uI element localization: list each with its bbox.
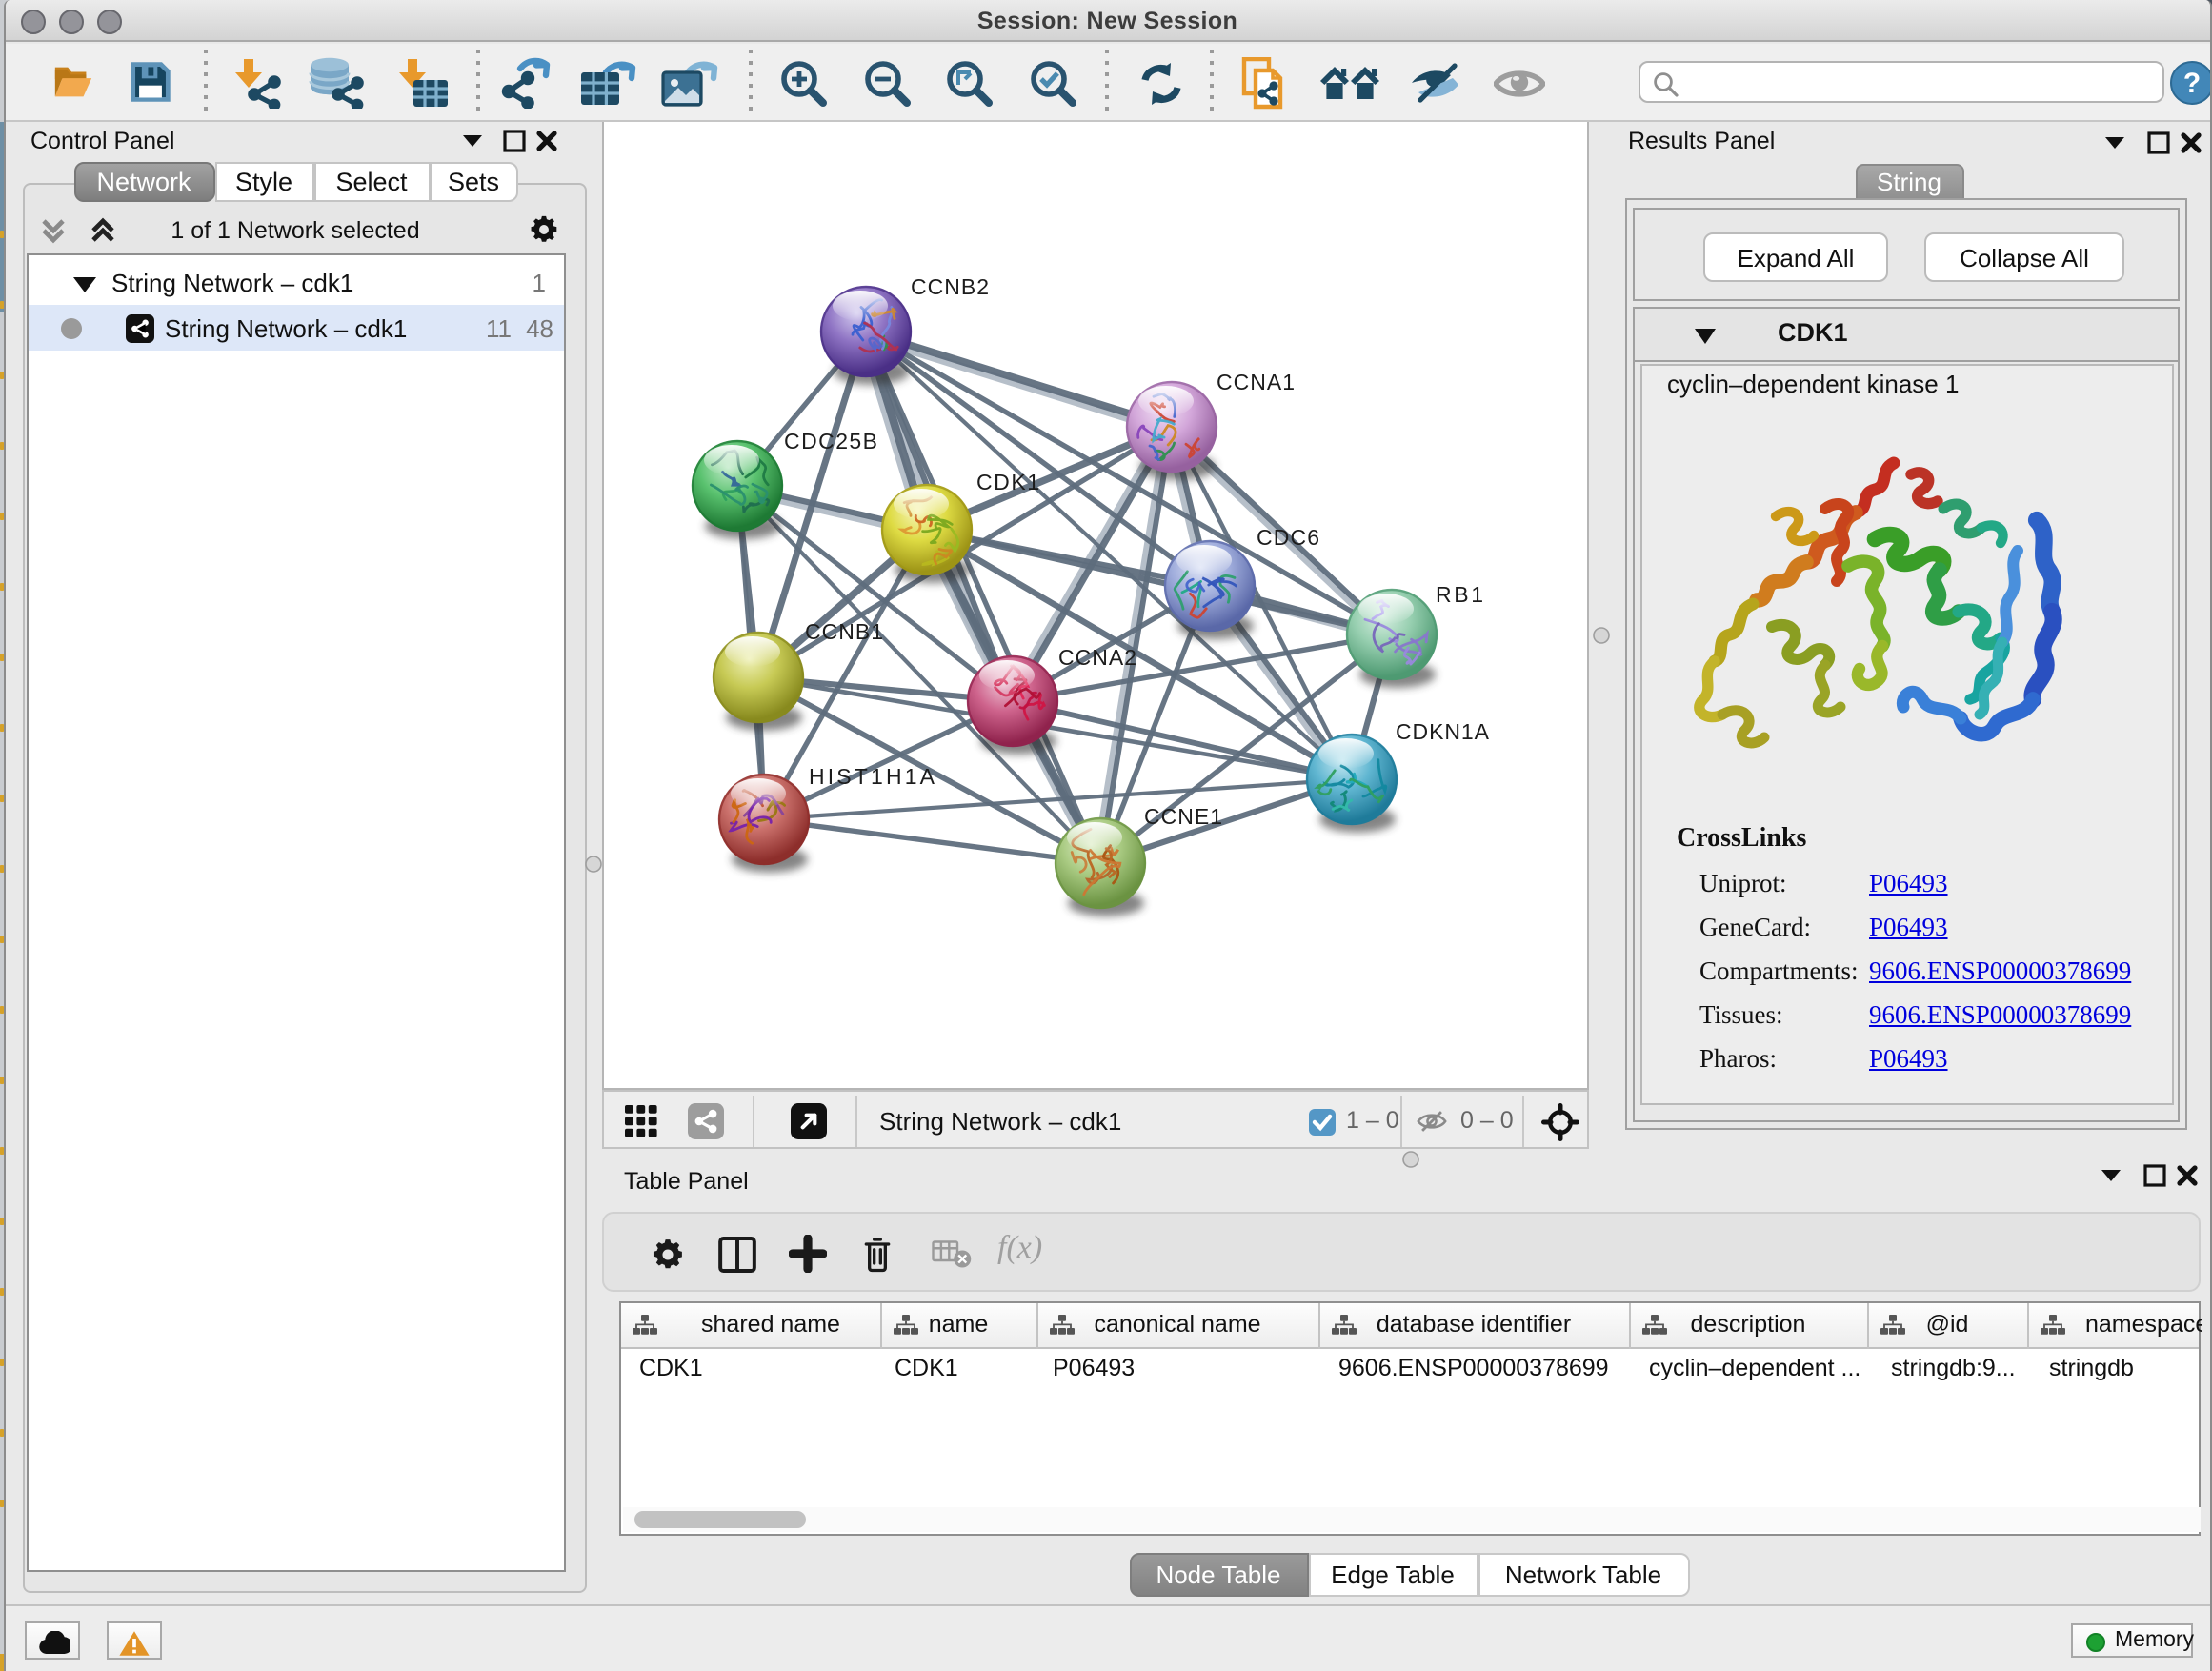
svg-text:CCNA1: CCNA1 [1217,370,1295,394]
svg-text:CCNE1: CCNE1 [1144,804,1222,829]
svg-text:HIST1H1A: HIST1H1A [809,764,935,789]
svg-text:CDKN1A: CDKN1A [1396,719,1490,744]
svg-text:CDK1: CDK1 [976,470,1039,494]
svg-text:CCNB1: CCNB1 [805,619,883,644]
svg-text:CDC6: CDC6 [1257,525,1319,550]
svg-text:CCNA2: CCNA2 [1058,645,1136,670]
svg-text:?: ? [2182,67,2200,98]
svg-text:CDC25B: CDC25B [784,429,877,453]
svg-text:RB1: RB1 [1436,582,1483,607]
svg-text:CCNB2: CCNB2 [911,274,989,299]
